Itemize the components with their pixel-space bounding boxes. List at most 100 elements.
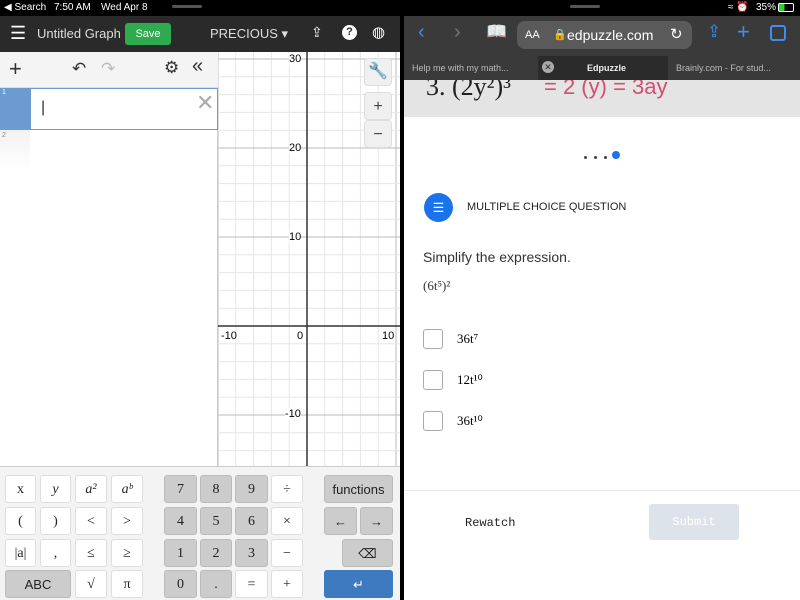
desmos-app: ☰ Untitled Graph Save PRECIOUS ▾ ⇪ ? ◍ +… (0, 16, 400, 600)
y-label-neg10: -10 (285, 408, 301, 420)
option-text: 36t¹⁰ (457, 413, 483, 428)
url-text: edpuzzle.com (567, 27, 654, 43)
desmos-header: ☰ Untitled Graph Save PRECIOUS ▾ ⇪ ? ◍ (0, 16, 400, 52)
option-checkbox[interactable] (423, 411, 443, 431)
tab-help-math[interactable]: Help me with my math... (404, 56, 538, 80)
expression-row-2[interactable]: 2 (0, 130, 30, 170)
key-sqrt[interactable]: √ (75, 570, 107, 598)
backspace-icon[interactable]: ⌫ (342, 539, 393, 567)
key-4[interactable]: 4 (164, 507, 197, 535)
clock: 7:50 AM (54, 2, 91, 13)
graph-title[interactable]: Untitled Graph (37, 26, 121, 41)
dot[interactable] (604, 156, 607, 159)
key-minus[interactable]: − (271, 539, 303, 567)
key-abs[interactable]: |a| (5, 539, 36, 567)
graph-canvas[interactable]: 30 20 10 -10 -10 0 10 🔧 + − (218, 52, 400, 466)
functions-button[interactable]: functions (324, 475, 393, 503)
cursor-left-button[interactable]: ← (324, 507, 357, 535)
key-square[interactable]: a² (75, 475, 107, 503)
battery-icon (778, 3, 794, 12)
back-icon[interactable]: ‹ (418, 21, 425, 44)
dot[interactable] (594, 156, 597, 159)
share-icon[interactable]: ⇪ (311, 24, 323, 41)
key-6[interactable]: 6 (235, 507, 268, 535)
key-divide[interactable]: ÷ (271, 475, 303, 503)
key-8[interactable]: 8 (200, 475, 232, 503)
video-question-text: 3. (2y²)³ (426, 80, 511, 101)
dot-active[interactable] (612, 151, 620, 159)
option-checkbox[interactable] (423, 329, 443, 349)
safari-toolbar: ‹ › 📖 AA 🔒 edpuzzle.com ↻ ⇪ + (404, 16, 800, 56)
key-open-paren[interactable]: ( (5, 507, 36, 535)
forward-icon[interactable]: › (454, 21, 461, 44)
expression-row-1[interactable]: 1 | ✕ (0, 88, 218, 130)
tab-edpuzzle[interactable]: Edpuzzle (579, 56, 669, 80)
expression-input[interactable]: | (30, 88, 218, 130)
key-geq[interactable]: ≥ (111, 539, 143, 567)
globe-icon[interactable]: ◍ (372, 23, 385, 41)
key-3[interactable]: 3 (235, 539, 268, 567)
x-label-neg10: -10 (221, 330, 237, 342)
collapse-list-icon[interactable]: « (192, 55, 203, 78)
multitask-handle[interactable] (172, 5, 202, 8)
save-button[interactable]: Save (125, 23, 171, 45)
undo-icon[interactable]: ↶ (72, 59, 86, 79)
key-comma[interactable]: , (40, 539, 71, 567)
delete-expression-icon[interactable]: ✕ (196, 90, 214, 116)
key-9[interactable]: 9 (235, 475, 268, 503)
rewatch-button[interactable]: Rewatch (465, 516, 515, 530)
back-to-search[interactable]: ◀ Search (4, 2, 46, 13)
key-2[interactable]: 2 (200, 539, 232, 567)
graph-settings-wrench-icon[interactable]: 🔧 (364, 58, 392, 86)
redo-icon[interactable]: ↷ (101, 59, 115, 79)
enter-return-icon[interactable]: ↵ (324, 570, 393, 598)
key-close-paren[interactable]: ) (40, 507, 71, 535)
tab-brainly[interactable]: Brainly.com - For stud... (668, 56, 800, 80)
user-name: PRECIOUS (210, 26, 278, 41)
key-x[interactable]: x (5, 475, 36, 503)
reader-aa-button[interactable]: AA (525, 21, 540, 49)
key-power[interactable]: aᵇ (111, 475, 143, 503)
key-0[interactable]: 0 (164, 570, 197, 598)
video-handwriting: = 2 (y) = 3ay (544, 80, 668, 99)
key-less-than[interactable]: < (75, 507, 107, 535)
key-plus[interactable]: + (271, 570, 303, 598)
reload-icon[interactable]: ↻ (670, 21, 683, 49)
option-text: 36t⁷ (457, 331, 479, 346)
add-item-icon[interactable]: + (9, 56, 22, 82)
key-1[interactable]: 1 (164, 539, 197, 567)
zoom-out-button[interactable]: − (364, 120, 392, 148)
key-multiply[interactable]: × (271, 507, 303, 535)
dot[interactable] (584, 156, 587, 159)
question-prompt: Simplify the expression. (423, 249, 571, 265)
key-equals[interactable]: = (235, 570, 268, 598)
new-tab-icon[interactable]: + (737, 19, 750, 45)
submit-button[interactable]: Submit (649, 504, 739, 540)
question-progress-dots (584, 146, 620, 164)
settings-gear-icon[interactable]: ⚙ (164, 58, 179, 78)
key-pi[interactable]: π (111, 570, 143, 598)
date: Wed Apr 8 (101, 2, 148, 13)
bookmarks-icon[interactable]: 📖 (486, 22, 507, 42)
option-checkbox[interactable] (423, 370, 443, 390)
key-leq[interactable]: ≤ (75, 539, 107, 567)
zoom-in-button[interactable]: + (364, 92, 392, 120)
close-tab-icon[interactable]: ✕ (542, 61, 554, 73)
key-decimal[interactable]: . (200, 570, 232, 598)
abc-keyboard-button[interactable]: ABC (5, 570, 71, 598)
key-greater-than[interactable]: > (111, 507, 143, 535)
share-icon[interactable]: ⇪ (707, 22, 721, 42)
user-menu[interactable]: PRECIOUS ▾ (210, 26, 288, 42)
address-bar[interactable]: AA 🔒 edpuzzle.com ↻ (517, 21, 692, 49)
menu-icon[interactable]: ☰ (10, 23, 26, 44)
key-5[interactable]: 5 (200, 507, 232, 535)
tab-bar: Help me with my math... ✕ Edpuzzle Brain… (404, 56, 800, 80)
video-frame[interactable]: 3. (2y²)³ = 2 (y) = 3ay (404, 80, 800, 117)
key-y[interactable]: y (40, 475, 71, 503)
tabs-overview-icon[interactable] (770, 25, 786, 41)
question-expression: (6t⁵)² (423, 278, 451, 293)
multitask-handle-right[interactable] (570, 5, 600, 8)
help-icon[interactable]: ? (342, 25, 357, 40)
key-7[interactable]: 7 (164, 475, 197, 503)
cursor-right-button[interactable]: → (360, 507, 393, 535)
